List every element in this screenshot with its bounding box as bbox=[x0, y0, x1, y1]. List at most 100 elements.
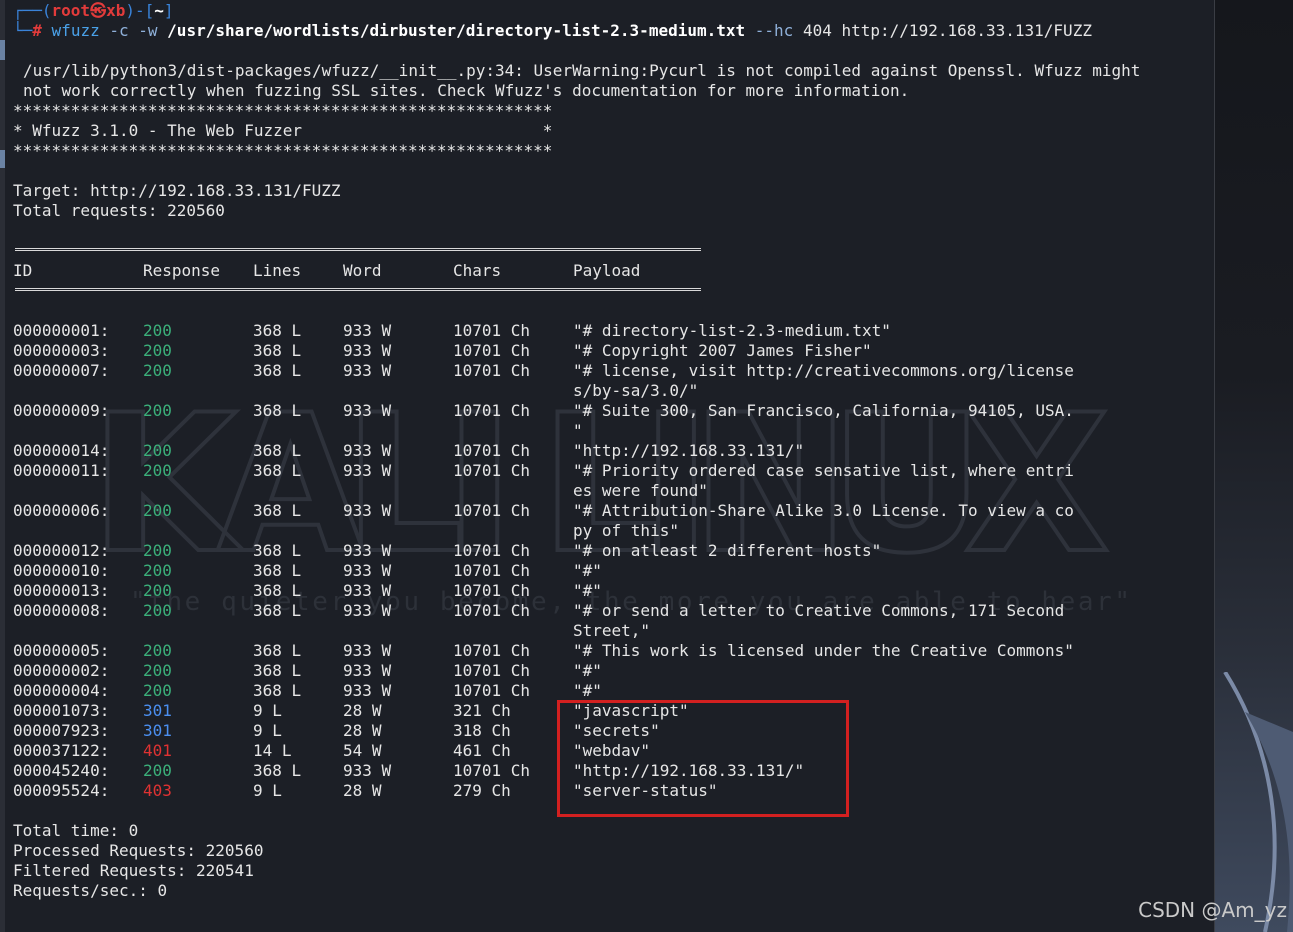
row-chars: 279 Ch bbox=[453, 781, 511, 800]
row-chars: 10701 Ch bbox=[453, 581, 531, 600]
row-words: 933 W bbox=[343, 461, 392, 480]
row-response-code: 200 bbox=[143, 661, 172, 680]
summary-total-time: Total time: 0 bbox=[13, 821, 139, 840]
row-id: 000000006: bbox=[13, 501, 110, 520]
row-id: 000000012: bbox=[13, 541, 110, 560]
row-response-code: 200 bbox=[143, 541, 172, 560]
row-words: 933 W bbox=[343, 501, 392, 520]
row-response-code: 301 bbox=[143, 721, 172, 740]
row-id: 000000014: bbox=[13, 441, 110, 460]
row-words: 933 W bbox=[343, 361, 392, 380]
row-words: 28 W bbox=[343, 721, 382, 740]
row-lines: 9 L bbox=[253, 721, 282, 740]
row-payload: "#" bbox=[573, 681, 602, 700]
row-chars: 10701 Ch bbox=[453, 501, 531, 520]
row-payload: "#" bbox=[573, 661, 602, 680]
row-id: 000000013: bbox=[13, 581, 110, 600]
prompt-header-line: ┌──(root㉿xb)-[~] bbox=[13, 1, 174, 20]
row-words: 933 W bbox=[343, 321, 392, 340]
table-row: 000000008: 200 368 L 933 W 10701 Ch "# or sen… bbox=[13, 601, 1113, 621]
row-chars: 318 Ch bbox=[453, 721, 511, 740]
row-id: 000000010: bbox=[13, 561, 110, 580]
table-row: 000000002: 200 368 L 933 W 10701 Ch "#" bbox=[13, 661, 1113, 681]
row-response-code: 200 bbox=[143, 641, 172, 660]
row-payload-continuation: s/by-sa/3.0/" bbox=[573, 381, 699, 400]
row-words: 933 W bbox=[343, 441, 392, 460]
command-wordlist: /usr/share/wordlists/dirbuster/directory… bbox=[167, 21, 746, 40]
command-url: http://192.168.33.131/FUZZ bbox=[841, 21, 1092, 40]
row-lines: 368 L bbox=[253, 401, 302, 420]
highlight-annotation-box bbox=[557, 700, 849, 817]
header-response: Response bbox=[143, 261, 221, 280]
row-lines: 368 L bbox=[253, 561, 302, 580]
row-id: 000000001: bbox=[13, 321, 110, 340]
header-id: ID bbox=[13, 261, 33, 280]
row-lines: 14 L bbox=[253, 741, 292, 760]
row-payload: "#" bbox=[573, 561, 602, 580]
warning-line-1: /usr/lib/python3/dist-packages/wfuzz/__i… bbox=[23, 61, 1141, 80]
table-row: 000000013: 200 368 L 933 W 10701 Ch "#" bbox=[13, 581, 1113, 601]
command-hide-code: 404 bbox=[802, 21, 832, 40]
header-lines: Lines bbox=[253, 261, 302, 280]
csdn-watermark: CSDN @Am_yz bbox=[1138, 898, 1287, 922]
command-flags-2: --hc bbox=[754, 21, 794, 40]
row-response-code: 200 bbox=[143, 441, 172, 460]
table-row: 000000014: 200 368 L 933 W 10701 Ch "http://1… bbox=[13, 441, 1113, 461]
row-chars: 10701 Ch bbox=[453, 561, 531, 580]
row-words: 933 W bbox=[343, 601, 392, 620]
row-words: 933 W bbox=[343, 681, 392, 700]
prompt-user: root bbox=[51, 1, 91, 20]
row-chars: 10701 Ch bbox=[453, 361, 531, 380]
row-payload: "# on atleast 2 different hosts" bbox=[573, 541, 882, 560]
row-words: 933 W bbox=[343, 561, 392, 580]
row-lines: 368 L bbox=[253, 361, 302, 380]
banner-stars-bottom: ****************************************… bbox=[13, 141, 553, 160]
command-name: wfuzz bbox=[51, 21, 100, 40]
banner-stars-top: ****************************************… bbox=[13, 101, 553, 120]
row-lines: 9 L bbox=[253, 781, 282, 800]
row-response-code: 200 bbox=[143, 401, 172, 420]
right-desktop-strip bbox=[1214, 0, 1293, 932]
row-response-code: 200 bbox=[143, 321, 172, 340]
row-response-code: 200 bbox=[143, 581, 172, 600]
table-row: 000000007: 200 368 L 933 W 10701 Ch "# licens… bbox=[13, 361, 1113, 381]
row-response-code: 200 bbox=[143, 341, 172, 360]
row-payload-continuation: Street," bbox=[573, 621, 651, 640]
row-response-code: 200 bbox=[143, 361, 172, 380]
row-payload: "# Copyright 2007 James Fisher" bbox=[573, 341, 872, 360]
row-chars: 461 Ch bbox=[453, 741, 511, 760]
row-words: 933 W bbox=[343, 401, 392, 420]
header-separator-bottom bbox=[15, 288, 701, 291]
row-response-code: 200 bbox=[143, 461, 172, 480]
row-chars: 10701 Ch bbox=[453, 681, 531, 700]
row-lines: 368 L bbox=[253, 461, 302, 480]
row-id: 000000007: bbox=[13, 361, 110, 380]
row-chars: 10701 Ch bbox=[453, 601, 531, 620]
row-payload-continuation: es were found" bbox=[573, 481, 708, 500]
row-payload: "#" bbox=[573, 581, 602, 600]
row-words: 933 W bbox=[343, 661, 392, 680]
row-chars: 10701 Ch bbox=[453, 341, 531, 360]
table-row: 000000004: 200 368 L 933 W 10701 Ch "#" bbox=[13, 681, 1113, 701]
row-words: 54 W bbox=[343, 741, 382, 760]
table-row: 000000005: 200 368 L 933 W 10701 Ch "# This w… bbox=[13, 641, 1113, 661]
table-row: 000000006: 200 368 L 933 W 10701 Ch "# Attrib… bbox=[13, 501, 1113, 521]
table-row: 000000011: 200 368 L 933 W 10701 Ch "# Priori… bbox=[13, 461, 1113, 481]
row-chars: 10701 Ch bbox=[453, 661, 531, 680]
header-chars: Chars bbox=[453, 261, 502, 280]
row-id: 000000002: bbox=[13, 661, 110, 680]
total-requests-line: Total requests: 220560 bbox=[13, 201, 225, 220]
row-chars: 10701 Ch bbox=[453, 441, 531, 460]
warning-line-2: not work correctly when fuzzing SSL site… bbox=[23, 81, 910, 100]
row-payload: "# Attribution-Share Alike 3.0 License. … bbox=[573, 501, 1074, 520]
row-words: 28 W bbox=[343, 701, 382, 720]
summary-processed: Processed Requests: 220560 bbox=[13, 841, 264, 860]
row-id: 000000003: bbox=[13, 341, 110, 360]
row-id: 000000004: bbox=[13, 681, 110, 700]
row-words: 933 W bbox=[343, 341, 392, 360]
row-lines: 9 L bbox=[253, 701, 282, 720]
row-words: 933 W bbox=[343, 641, 392, 660]
row-chars: 10701 Ch bbox=[453, 401, 531, 420]
row-response-code: 403 bbox=[143, 781, 172, 800]
row-id: 000045240: bbox=[13, 761, 110, 780]
